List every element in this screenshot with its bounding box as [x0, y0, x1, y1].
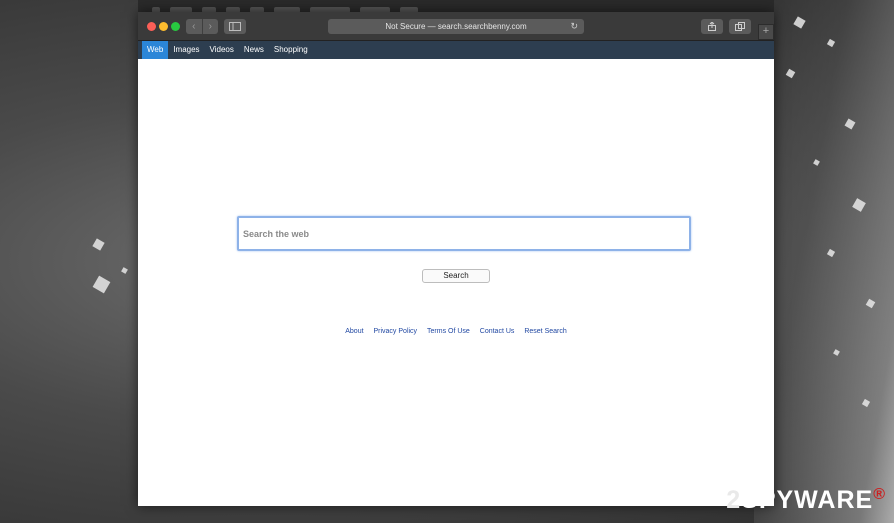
back-arrow-icon[interactable]: ‹ — [186, 19, 203, 34]
footer-link-about[interactable]: About — [345, 328, 363, 335]
tab-news[interactable]: News — [239, 41, 269, 59]
footer-link-contact-us[interactable]: Contact Us — [480, 328, 515, 335]
footer-link-privacy-policy[interactable]: Privacy Policy — [373, 328, 417, 335]
minimize-window-button[interactable] — [159, 22, 168, 31]
background-flake — [92, 275, 111, 294]
watermark-prefix: 2 — [726, 486, 742, 514]
reload-icon[interactable]: ↻ — [570, 19, 578, 34]
tab-web[interactable]: Web — [142, 41, 169, 59]
background-light-streak — [754, 0, 894, 523]
watermark-logo: 2SPYWARE® — [726, 486, 886, 515]
plus-icon[interactable]: + — [758, 24, 774, 40]
browser-titlebar: ‹ › Not Secure — search.searchbenny.com … — [138, 12, 774, 41]
footer-link-reset-search[interactable]: Reset Search — [524, 328, 566, 335]
search-page-body: Search About Privacy Policy Terms Of Use… — [138, 59, 774, 506]
background-flake — [92, 238, 105, 251]
sidebar-icon — [229, 22, 241, 31]
tabs-icon — [735, 22, 745, 31]
forward-arrow-icon[interactable]: › — [203, 19, 219, 34]
browser-window: ‹ › Not Secure — search.searchbenny.com … — [138, 12, 774, 506]
footer-link-terms-of-use[interactable]: Terms Of Use — [427, 328, 470, 335]
watermark-suffix: E — [855, 486, 874, 514]
close-window-button[interactable] — [147, 22, 156, 31]
tab-images[interactable]: Images — [168, 41, 204, 59]
tab-shopping[interactable]: Shopping — [269, 41, 313, 59]
zoom-window-button[interactable] — [171, 22, 180, 31]
address-text: Not Secure — search.searchbenny.com — [385, 22, 527, 31]
mac-menubar — [138, 0, 774, 12]
sidebar-toggle-button[interactable] — [224, 19, 246, 34]
share-icon — [708, 22, 716, 31]
watermark-registered-mark: ® — [873, 486, 886, 503]
search-category-nav: Web Images Videos News Shopping — [138, 41, 774, 59]
footer-links: About Privacy Policy Terms Of Use Contac… — [138, 328, 774, 335]
background-flake — [121, 267, 128, 274]
history-nav-buttons: ‹ › — [186, 19, 218, 34]
search-button[interactable]: Search — [422, 269, 490, 283]
search-input[interactable] — [237, 216, 691, 251]
show-tabs-button[interactable] — [729, 19, 751, 34]
tab-videos[interactable]: Videos — [205, 41, 239, 59]
watermark-brand: SPYWAR — [741, 486, 856, 514]
share-button[interactable] — [701, 19, 723, 34]
address-bar[interactable]: Not Secure — search.searchbenny.com ↻ — [328, 19, 584, 34]
